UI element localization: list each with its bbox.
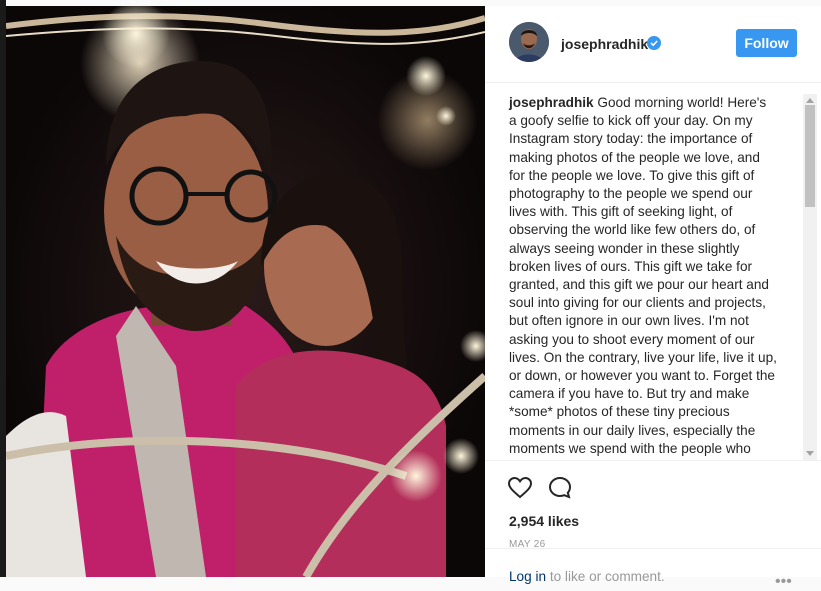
caption-scrollbar[interactable] [803,94,817,460]
caption-username-link[interactable]: josephradhik [509,95,594,110]
follow-button[interactable]: Follow [736,29,797,57]
post-actions: 2,954 likes MAY 26 [485,460,821,550]
verified-badge-icon [647,36,661,50]
post-photo[interactable] [6,6,485,577]
post-details-panel: josephradhik Follow josephradhik Good mo… [485,6,821,590]
scrollbar-thumb[interactable] [805,105,815,207]
username-link[interactable]: josephradhik [561,36,648,52]
caption: josephradhik Good morning world! Here's … [509,94,777,460]
avatar-photo-icon [509,22,549,62]
comment-footer: Log in to like or comment. ••• [485,548,821,590]
heart-icon[interactable] [507,475,533,501]
scroll-up-arrow-icon[interactable] [806,98,814,103]
scroll-down-arrow-icon[interactable] [806,451,814,456]
avatar[interactable] [509,22,549,62]
likes-count[interactable]: 2,954 likes [509,513,579,529]
comment-icon[interactable] [547,475,573,501]
post-header: josephradhik Follow [485,6,821,83]
caption-scroll-area[interactable]: josephradhik Good morning world! Here's … [485,94,821,460]
caption-text: Good morning world! Here's a goofy selfi… [509,95,777,460]
selfie-illustration [6,6,485,577]
more-options-icon[interactable]: ••• [775,573,792,591]
